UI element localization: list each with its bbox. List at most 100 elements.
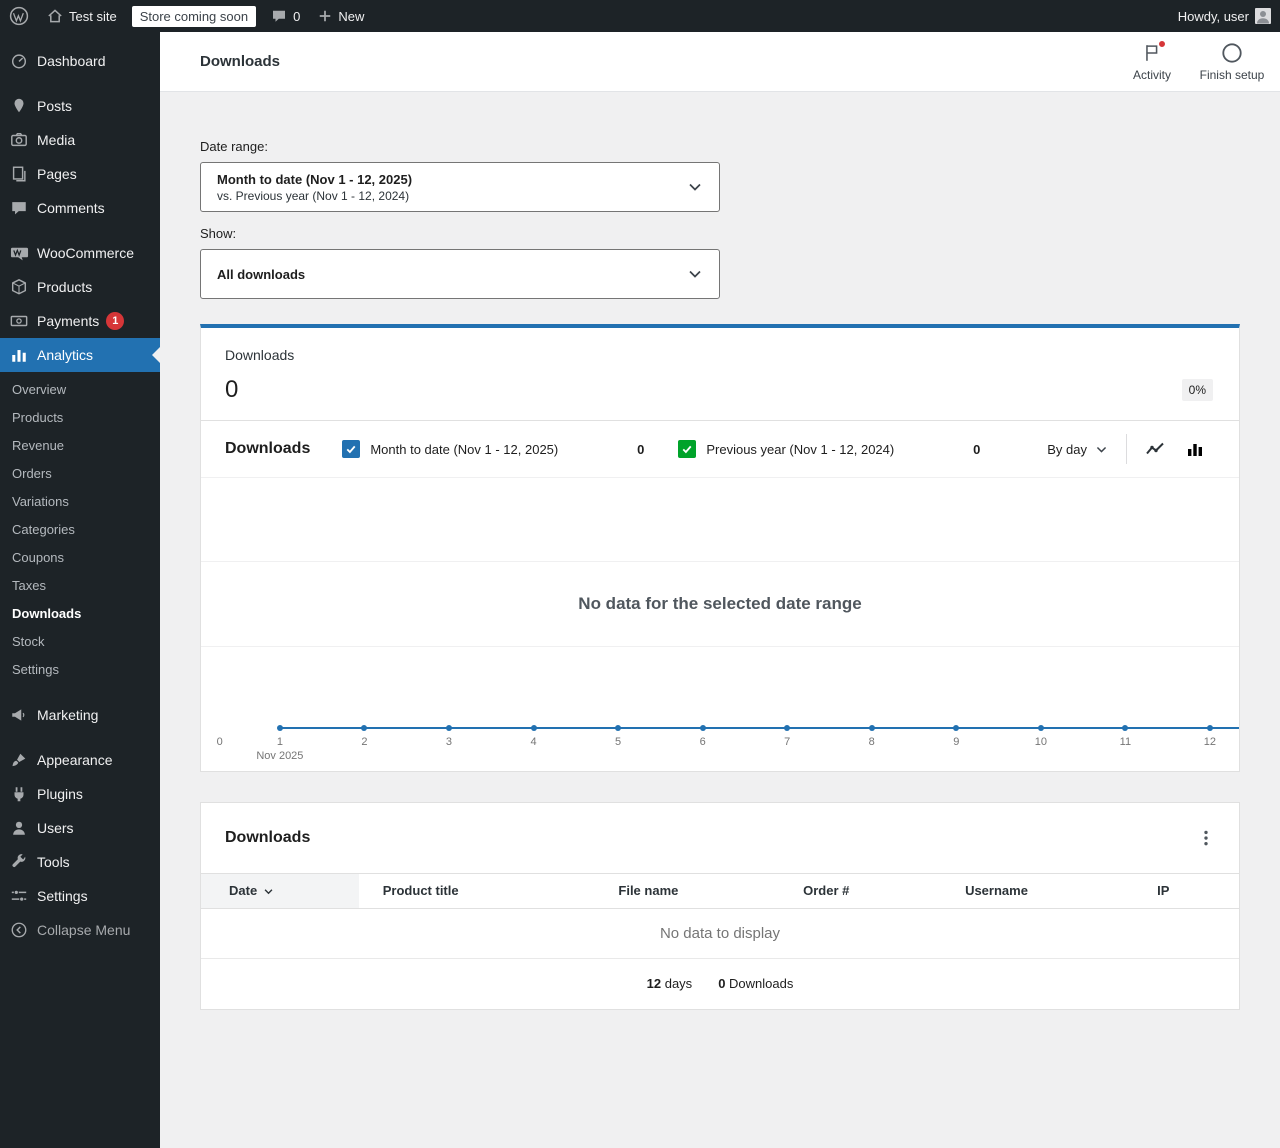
downloads-table: Date Product title File name Order # Use… (201, 873, 1239, 959)
plus-icon (318, 9, 332, 23)
x-axis-tick: 4 (530, 736, 537, 748)
sidebar-item-label: Pages (37, 166, 77, 182)
my-account-menu[interactable]: Howdy, user (1169, 0, 1280, 32)
sidebar-item-woocommerce[interactable]: WooCommerce (0, 236, 160, 270)
activity-button[interactable]: Activity (1112, 39, 1192, 82)
marketing-megaphone-icon (9, 705, 29, 725)
x-axis-tick: 9 (953, 736, 960, 748)
sidebar-item-pages[interactable]: Pages (0, 157, 160, 191)
line-chart-toggle-button[interactable] (1135, 431, 1175, 467)
chevron-down-icon (687, 266, 703, 282)
show-select[interactable]: All downloads (200, 249, 720, 299)
summary-label: Downloads (225, 347, 295, 363)
checkbox-checked-icon (678, 440, 697, 458)
page-body: Date range: Month to date (Nov 1 - 12, 2… (160, 139, 1280, 1050)
sidebar-item-products[interactable]: Products (0, 270, 160, 304)
activity-label: Activity (1132, 67, 1171, 82)
sidebar-item-tools[interactable]: Tools (0, 845, 160, 879)
sidebar-item-label: Analytics (37, 347, 94, 363)
menu-separator (0, 225, 160, 236)
summary-downloads: 0 Downloads (718, 976, 794, 991)
submenu-item-settings[interactable]: Settings (0, 656, 160, 684)
sidebar-item-users[interactable]: Users (0, 811, 160, 845)
sidebar-item-label: WooCommerce (37, 245, 134, 261)
submenu-item-overview[interactable]: Overview (0, 376, 160, 404)
wordpress-logo-menu[interactable] (0, 0, 38, 32)
chart-title: Downloads (225, 440, 311, 457)
x-axis-tick: 6 (699, 736, 706, 748)
column-header-date[interactable]: Date (201, 873, 359, 909)
chart-header: Downloads Month to date (Nov 1 - 12, 202… (201, 421, 1239, 478)
sidebar-item-collapse-menu[interactable]: Collapse Menu (0, 913, 160, 947)
submenu-item-categories[interactable]: Categories (0, 516, 160, 544)
page-title: Downloads (200, 53, 281, 70)
summary-days: 12 days (646, 976, 693, 991)
menu-separator (0, 78, 160, 89)
submenu-item-coupons[interactable]: Coupons (0, 544, 160, 572)
page-header: Downloads Activity Finish setup (160, 32, 1280, 92)
x-axis-month-label: Nov 2025 (256, 750, 304, 762)
site-name-menu[interactable]: Test site (38, 0, 126, 32)
x-axis-tick: 10 (1034, 736, 1047, 748)
sidebar-item-plugins[interactable]: Plugins (0, 777, 160, 811)
submenu-item-downloads[interactable]: Downloads (0, 600, 160, 628)
notification-dot (1158, 39, 1166, 48)
sidebar-item-marketing[interactable]: Marketing (0, 698, 160, 732)
legend-item-previous-period[interactable]: Previous year (Nov 1 - 12, 2024) 0 (678, 440, 984, 458)
submenu-item-stock[interactable]: Stock (0, 628, 160, 656)
submenu-item-variations[interactable]: Variations (0, 488, 160, 516)
sidebar-item-posts[interactable]: Posts (0, 89, 160, 123)
table-header: Downloads (201, 803, 1239, 873)
sidebar-item-settings[interactable]: Settings (0, 879, 160, 913)
sidebar-item-label: Dashboard (37, 53, 106, 69)
sidebar-item-label: Payments 1 (37, 312, 125, 330)
bar-chart-toggle-button[interactable] (1175, 431, 1215, 467)
sidebar-item-media[interactable]: Media (0, 123, 160, 157)
x-axis-tick: 1 (276, 736, 283, 748)
legend-item-current-period[interactable]: Month to date (Nov 1 - 12, 2025) 0 (342, 440, 648, 458)
legend-label: Month to date (Nov 1 - 12, 2025) (370, 441, 559, 457)
products-box-icon (9, 277, 29, 297)
downloads-summary-tile[interactable]: Downloads 0 0% (201, 328, 1239, 421)
wordpress-logo-icon (9, 6, 29, 26)
comments-bubble-icon (9, 198, 29, 218)
sidebar-item-payments[interactable]: Payments 1 (0, 304, 160, 338)
tools-wrench-icon (9, 852, 29, 872)
sidebar-item-analytics[interactable]: Analytics (0, 338, 160, 372)
chevron-down-icon (1095, 443, 1108, 456)
column-header-username: Username (941, 873, 1134, 909)
admin-sidebar: Dashboard Posts Media Pages Comments Woo… (0, 32, 160, 1148)
chart-empty-message: No data for the selected date range (578, 593, 862, 613)
vertical-divider (1126, 434, 1127, 464)
payments-icon (9, 311, 29, 331)
media-camera-icon (9, 130, 29, 150)
submenu-item-taxes[interactable]: Taxes (0, 572, 160, 600)
checkbox-checked-icon (342, 440, 361, 458)
site-name-label: Test site (69, 8, 117, 24)
interval-select[interactable]: By day (1037, 436, 1118, 463)
sort-chevron-down-icon (264, 888, 273, 894)
ellipsis-menu-button[interactable] (1191, 823, 1221, 853)
sidebar-item-comments[interactable]: Comments (0, 191, 160, 225)
sidebar-item-appearance[interactable]: Appearance (0, 743, 160, 777)
interval-select-value: By day (1047, 441, 1087, 457)
date-range-value: Month to date (Nov 1 - 12, 2025) (217, 171, 413, 187)
sidebar-item-label: Collapse Menu (37, 922, 131, 938)
show-filter-label: Show: (200, 226, 237, 241)
admin-bar-left: Test site Store coming soon 0 New (0, 0, 373, 32)
chevron-down-icon (687, 179, 703, 195)
comments-menu[interactable]: 0 (262, 0, 309, 32)
table-empty-row: No data to display (201, 908, 1239, 959)
new-label: New (338, 8, 365, 24)
submenu-item-orders[interactable]: Orders (0, 460, 160, 488)
date-range-select[interactable]: Month to date (Nov 1 - 12, 2025) vs. Pre… (200, 162, 720, 212)
chart-x-axis: 0 1 Nov 2025 2 3 4 5 6 7 8 9 10 11 12 (201, 729, 1239, 765)
sidebar-item-dashboard[interactable]: Dashboard (0, 44, 160, 78)
submenu-item-revenue[interactable]: Revenue (0, 432, 160, 460)
sidebar-item-label: Appearance (37, 752, 113, 768)
submenu-item-products[interactable]: Products (0, 404, 160, 432)
new-content-menu[interactable]: New (309, 0, 373, 32)
main-content: Downloads Activity Finish setup Date ran… (160, 32, 1280, 1148)
finish-setup-button[interactable]: Finish setup (1192, 42, 1272, 82)
sidebar-item-label: Products (37, 279, 93, 295)
